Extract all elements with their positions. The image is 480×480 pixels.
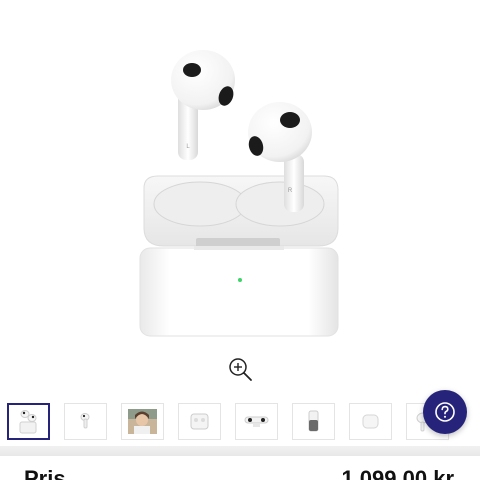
thumbnail-strip bbox=[0, 400, 480, 444]
help-button[interactable] bbox=[423, 390, 467, 434]
thumbnail-4[interactable] bbox=[178, 403, 221, 440]
single-earbud-thumb bbox=[80, 413, 90, 429]
earbuds-side-thumb bbox=[244, 416, 269, 427]
bud-right-mark: R bbox=[288, 188, 293, 194]
thumbnail-7[interactable] bbox=[349, 403, 392, 440]
zoom-in-icon bbox=[229, 358, 252, 381]
thumbnail-1[interactable] bbox=[7, 403, 50, 440]
product-image[interactable]: L R bbox=[130, 40, 350, 340]
section-divider bbox=[0, 446, 480, 456]
airpods-case-thumb bbox=[19, 410, 37, 434]
thumbnail-5[interactable] bbox=[235, 403, 278, 440]
person-photo-thumb bbox=[128, 409, 157, 434]
price-label: Pris bbox=[24, 466, 66, 480]
airpods-illustration: L R bbox=[139, 50, 339, 337]
zoom-button[interactable] bbox=[226, 355, 254, 383]
open-case-thumb bbox=[190, 413, 209, 430]
price-value: 1 099,00 kr bbox=[341, 466, 454, 480]
product-page: L R Pris 1 099,00 kr bbox=[0, 0, 480, 480]
case-back-thumb bbox=[362, 414, 379, 429]
case-with-cable-thumb bbox=[308, 410, 319, 432]
thumbnail-3[interactable] bbox=[121, 403, 164, 440]
price-row: Pris 1 099,00 kr bbox=[0, 456, 480, 480]
thumbnail-2[interactable] bbox=[64, 403, 107, 440]
thumbnail-6[interactable] bbox=[292, 403, 335, 440]
question-icon bbox=[435, 402, 455, 422]
